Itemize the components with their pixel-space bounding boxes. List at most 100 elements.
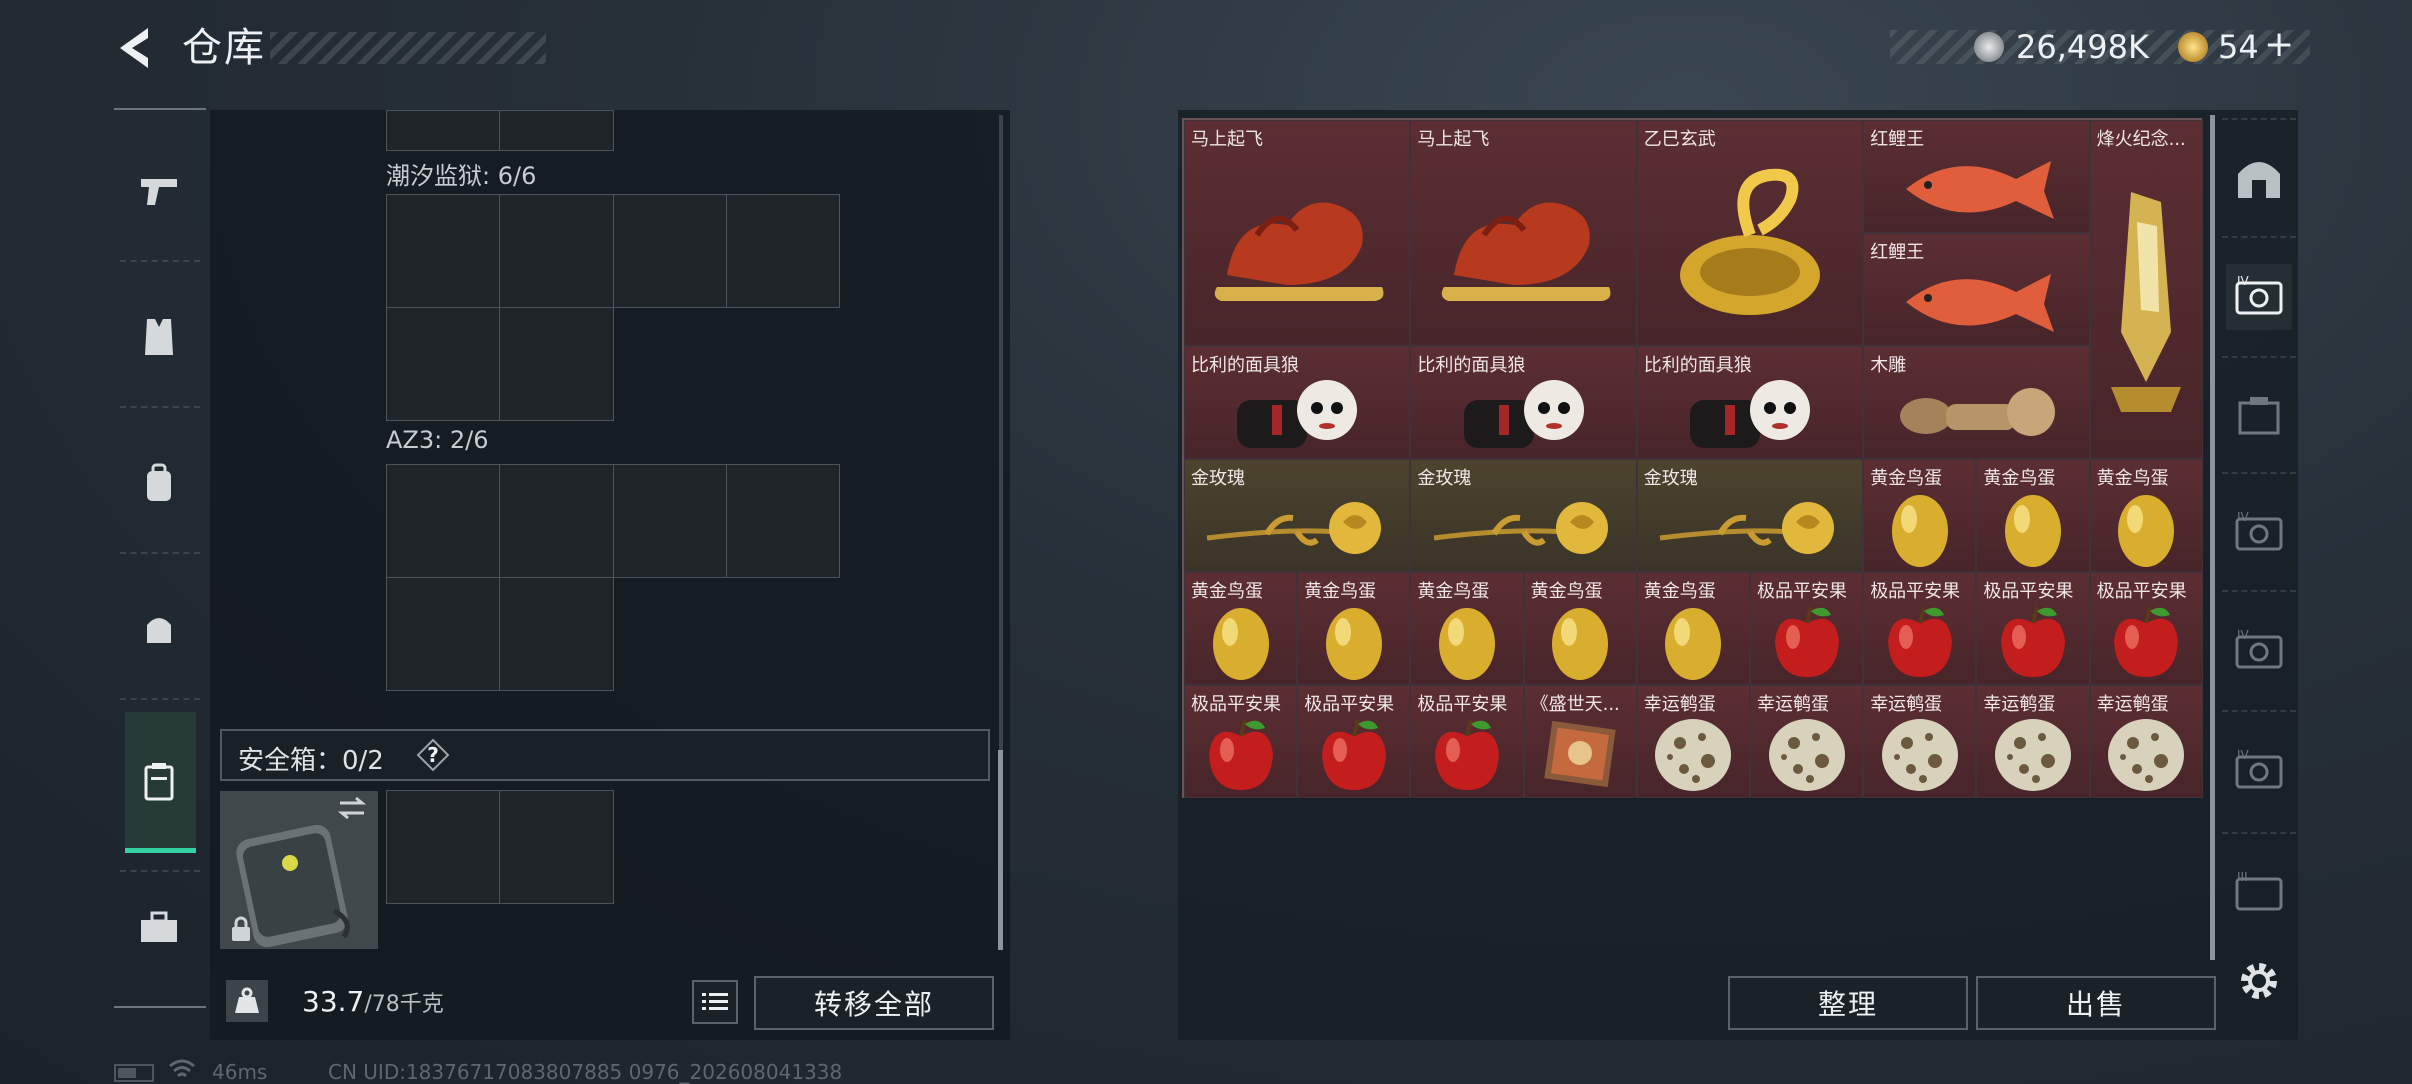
stash-tab-1[interactable] bbox=[2226, 146, 2292, 212]
safebox-slot[interactable] bbox=[499, 790, 614, 904]
stash-item[interactable]: 金玫瑰 bbox=[1636, 459, 1864, 572]
back-button[interactable] bbox=[112, 22, 160, 74]
grid-slot[interactable] bbox=[386, 464, 500, 578]
grid-slot[interactable] bbox=[499, 110, 614, 151]
grid-slot[interactable] bbox=[386, 307, 500, 421]
grid-slot[interactable] bbox=[613, 194, 727, 308]
goldegg-icon bbox=[1298, 597, 1409, 684]
stash-item[interactable]: 极品平安果 bbox=[1410, 685, 1524, 798]
stash-item[interactable]: 马上起飞 bbox=[1410, 120, 1637, 346]
stash-item[interactable]: 极品平安果 bbox=[1750, 572, 1864, 685]
stash-item[interactable]: 黄金鸟蛋 bbox=[1184, 572, 1298, 685]
stash-item[interactable]: 黄金鸟蛋 bbox=[1523, 572, 1637, 685]
stash-item[interactable]: 幸运鹌蛋 bbox=[1636, 685, 1750, 798]
add-currency-button[interactable]: + bbox=[2264, 27, 2294, 63]
stash-tab-3[interactable] bbox=[2226, 384, 2292, 450]
stash-item[interactable]: 比利的面具狼 bbox=[1410, 346, 1637, 459]
grid-slot[interactable] bbox=[499, 194, 614, 308]
item-name: 马上起飞 bbox=[1417, 129, 1490, 150]
stash-item[interactable]: 比利的面具狼 bbox=[1636, 346, 1864, 459]
sidebar-item-armor[interactable] bbox=[128, 306, 190, 368]
svg-text:IV: IV bbox=[2237, 628, 2250, 642]
stash-item[interactable]: 红鲤王 bbox=[1863, 233, 2090, 346]
stash-item[interactable]: 烽火纪念... bbox=[2089, 120, 2203, 459]
stash-item[interactable]: 极品平安果 bbox=[1184, 685, 1298, 798]
stash-item[interactable]: 极品平安果 bbox=[1976, 572, 2090, 685]
item-name: 幸运鹌蛋 bbox=[1757, 694, 1829, 715]
sidebar-item-weapon[interactable] bbox=[128, 160, 190, 222]
stash-tab-2[interactable]: IV bbox=[2226, 264, 2292, 330]
stash-item[interactable]: 《盛世天... bbox=[1523, 685, 1637, 798]
stash-item[interactable]: 比利的面具狼 bbox=[1184, 346, 1411, 459]
grid-slot[interactable] bbox=[726, 464, 840, 578]
grid-slot[interactable] bbox=[499, 307, 614, 421]
stash-item[interactable]: 金玫瑰 bbox=[1410, 459, 1637, 572]
sidebar-item-toolbox[interactable] bbox=[128, 896, 190, 958]
item-name: 比利的面具狼 bbox=[1417, 355, 1526, 376]
sidebar-item-safebox[interactable] bbox=[128, 750, 190, 812]
stash-item[interactable]: 极品平安果 bbox=[1297, 685, 1411, 798]
page-title: 仓库 bbox=[182, 25, 266, 71]
item-name: 黄金鸟蛋 bbox=[1191, 581, 1263, 602]
stash-item[interactable]: 极品平安果 bbox=[2089, 572, 2203, 685]
stash-tab-7[interactable]: III bbox=[2226, 860, 2292, 926]
stash-tab-6[interactable]: IV bbox=[2226, 738, 2292, 804]
stash-item[interactable]: 红鲤王 bbox=[1863, 120, 2090, 233]
sort-button[interactable]: 整理 bbox=[1728, 976, 1968, 1030]
stash-item[interactable]: 幸运鹌蛋 bbox=[1976, 685, 2090, 798]
item-name: 极品平安果 bbox=[1417, 694, 1508, 715]
sidebar-item-backpack[interactable] bbox=[128, 452, 190, 514]
settings-icon bbox=[2237, 959, 2281, 1007]
sidebar-divider bbox=[120, 552, 200, 554]
sell-button[interactable]: 出售 bbox=[1976, 976, 2216, 1030]
transfer-all-button[interactable]: 转移全部 bbox=[754, 976, 994, 1030]
help-button[interactable]: ? bbox=[416, 738, 450, 772]
stash-item[interactable]: 幸运鹌蛋 bbox=[2089, 685, 2203, 798]
uid-text: CN UID:18376717083807885 0976_2026080413… bbox=[328, 1060, 843, 1084]
stash-item[interactable]: 马上起飞 bbox=[1184, 120, 1411, 346]
safebox-slot[interactable] bbox=[386, 790, 500, 904]
sidebar-divider bbox=[120, 870, 200, 872]
apple-icon bbox=[1298, 710, 1409, 797]
stash-scrollbar[interactable] bbox=[2210, 115, 2215, 960]
loadout-scrollbar-thumb[interactable] bbox=[998, 750, 1003, 950]
stash-tab-5[interactable]: IV bbox=[2226, 618, 2292, 684]
item-name: 金玫瑰 bbox=[1643, 468, 1698, 489]
container-label: AZ3: 2/6 bbox=[386, 426, 489, 454]
stash-item[interactable]: 金玫瑰 bbox=[1184, 459, 1411, 572]
apple-icon bbox=[1864, 597, 1975, 684]
sidebar-item-chest-rig[interactable] bbox=[128, 598, 190, 660]
horse-icon bbox=[1185, 145, 1409, 345]
stash-item[interactable]: 黄金鸟蛋 bbox=[1410, 572, 1524, 685]
grid-slot[interactable] bbox=[726, 194, 840, 308]
stash-item[interactable]: 幸运鹌蛋 bbox=[1750, 685, 1864, 798]
item-name: 幸运鹌蛋 bbox=[2096, 694, 2169, 715]
grid-slot[interactable] bbox=[386, 577, 500, 691]
stash-item[interactable]: 木雕 bbox=[1863, 346, 2090, 459]
item-name: 幸运鹌蛋 bbox=[1870, 694, 1943, 715]
stash-item[interactable]: 黄金鸟蛋 bbox=[1976, 459, 2090, 572]
stash-item[interactable]: 乙巳玄武 bbox=[1636, 120, 1864, 346]
stash-item[interactable]: 黄金鸟蛋 bbox=[1863, 459, 1977, 572]
horse-icon bbox=[1411, 145, 1635, 345]
grid-slot[interactable] bbox=[386, 110, 500, 151]
stash-item[interactable]: 黄金鸟蛋 bbox=[2089, 459, 2203, 572]
grid-slot[interactable] bbox=[499, 464, 614, 578]
grid-slot[interactable] bbox=[386, 194, 500, 308]
swap-icon[interactable] bbox=[336, 795, 368, 825]
apple-icon bbox=[1977, 597, 2088, 684]
stash-item[interactable]: 幸运鹌蛋 bbox=[1863, 685, 1977, 798]
stash-tab-4[interactable]: IV bbox=[2226, 500, 2292, 566]
carving-icon bbox=[1864, 371, 2088, 458]
sidebar-divider bbox=[120, 406, 200, 408]
sidebar-divider bbox=[120, 260, 200, 262]
settings-button[interactable] bbox=[2226, 950, 2292, 1016]
doll-icon bbox=[1638, 371, 1862, 458]
doll-icon bbox=[1411, 371, 1635, 458]
grid-slot[interactable] bbox=[613, 464, 727, 578]
list-view-button[interactable] bbox=[692, 980, 738, 1024]
grid-slot[interactable] bbox=[499, 577, 614, 691]
stash-item[interactable]: 黄金鸟蛋 bbox=[1636, 572, 1750, 685]
stash-item[interactable]: 极品平安果 bbox=[1863, 572, 1977, 685]
stash-item[interactable]: 黄金鸟蛋 bbox=[1297, 572, 1411, 685]
